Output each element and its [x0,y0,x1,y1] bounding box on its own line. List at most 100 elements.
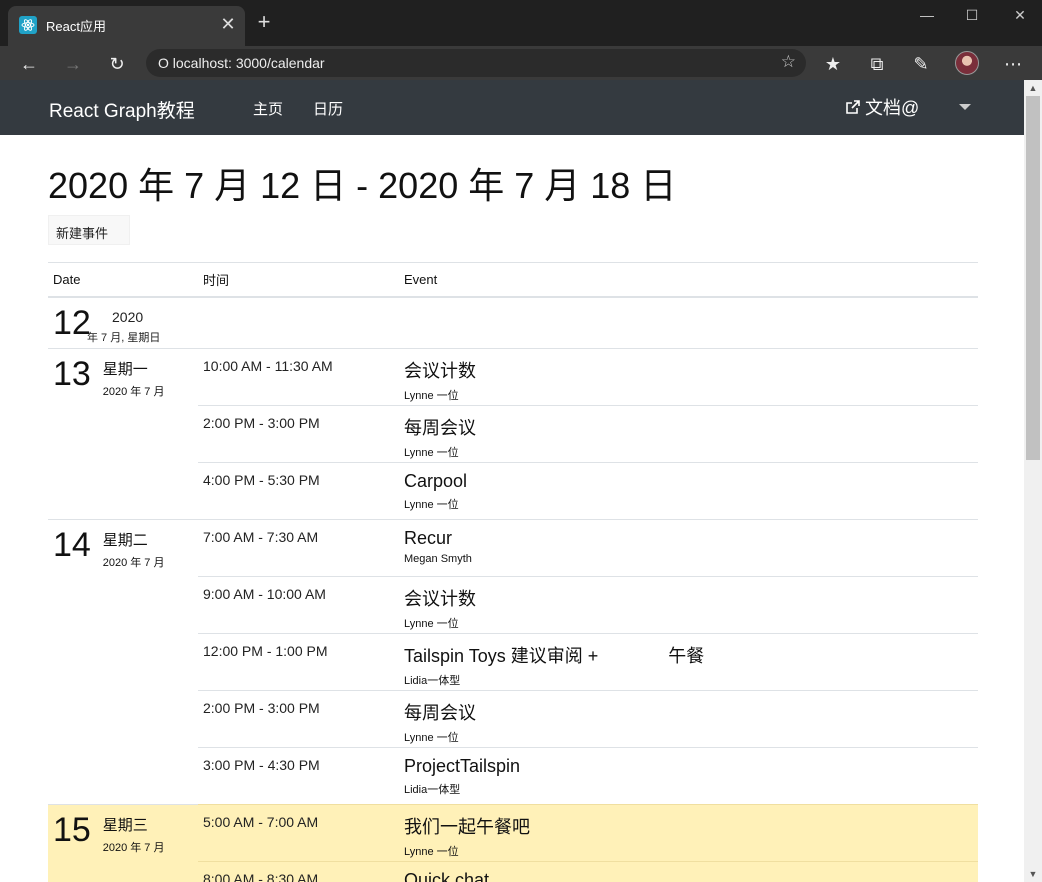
event-subject[interactable]: 会议计数 [404,585,973,611]
page-scrollbar[interactable]: ▲ ▼ [1024,80,1042,882]
day-number: 15 [53,811,91,849]
docs-label: 文档@ [865,98,920,118]
scroll-down-icon[interactable]: ▼ [1024,866,1042,882]
address-text: O localhost: 3000/calendar [158,55,325,71]
date-cell: 12 2020 年 7 月, 星期日 [48,296,198,349]
event-subject[interactable]: 每周会议 [404,414,973,440]
event-cell[interactable]: 我们一起午餐吧 Lynne 一位 [399,804,978,862]
table-row: 15 星期三 2020 年 7 月 5:00 AM - 7:00 AM 我们一起… [48,804,978,882]
event-organizer: Lynne 一位 [404,732,459,744]
event-time: 5:00 AM - 7:00 AM [198,804,399,862]
event-organizer: Lynne 一位 [404,846,459,858]
event-cell[interactable]: 每周会议 Lynne 一位 [399,690,978,748]
event-organizer: Lidia一体型 [404,784,461,796]
table-row: 14 星期二 2020 年 7 月 7:00 AM - 7:30 AM Recu… [48,519,978,805]
event-organizer: Megan Smyth [404,553,472,565]
day-name: 星期三 [102,817,148,834]
event-cell[interactable]: 每周会议 Lynne 一位 [399,405,978,463]
docs-link[interactable]: 文档@ [845,94,919,120]
main-content: 2020 年 7 月 12 日 - 2020 年 7 月 18 日 新建事件 D… [0,135,1024,882]
collections-icon[interactable]: ⧉ [865,52,889,76]
feedback-icon[interactable]: ✎ [909,52,933,76]
event-time: 4:00 PM - 5:30 PM [198,462,399,520]
tab-title: React应用 [46,19,106,34]
event-cell[interactable]: Quick chat [399,861,978,882]
event-subject[interactable]: 我们一起午餐吧 [404,813,973,839]
new-tab-icon[interactable]: + [252,10,276,34]
minimize-icon[interactable]: — [903,4,951,26]
new-event-button[interactable]: 新建事件 [48,215,130,245]
scroll-thumb[interactable] [1026,96,1040,460]
favorites-icon[interactable]: ★ [821,52,845,76]
day-month: 2020 年 7 月 [102,386,165,398]
event-subject[interactable]: Quick chat [404,870,973,882]
tab-close-icon[interactable]: ✕ [217,13,239,35]
nav-home-link[interactable]: 主页 [253,98,283,119]
table-row: 13 星期一 2020 年 7 月 10:00 AM - 11:30 AM 会议… [48,348,978,520]
event-cell[interactable]: Recur Megan Smyth [399,519,978,577]
day-name: 2020 [112,308,144,325]
user-dropdown-caret-icon[interactable] [959,104,971,110]
app-brand[interactable]: React Graph教程 [49,96,195,123]
date-column-header: Date [48,262,198,298]
event-cell[interactable]: 会议计数 Lynne 一位 [399,348,978,406]
day-name: 星期二 [102,532,148,549]
day-month: 2020 年 7 月 [102,842,165,854]
time-column-header: 时间 [198,262,399,298]
event-time: 7:00 AM - 7:30 AM [198,519,399,577]
profile-avatar[interactable] [955,51,979,75]
more-menu-icon[interactable]: ⋯ [1001,52,1025,76]
event-time: 8:00 AM - 8:30 AM [198,861,399,882]
react-logo-icon [19,16,37,34]
event-cell[interactable]: 会议计数 Lynne 一位 [399,576,978,634]
event-cell[interactable]: ProjectTailspin Lidia一体型 [399,747,978,805]
day-row-12: 12 2020 年 7 月, 星期日 [48,296,978,349]
day-number: 14 [53,526,91,564]
event-subject[interactable]: 每周会议 [404,699,973,725]
day-number: 12 [53,303,91,342]
refresh-icon[interactable]: ↻ [105,52,129,76]
event-column-header: Event [399,262,978,298]
maximize-icon[interactable]: ☐ [948,4,996,26]
event-cell[interactable]: Carpool Lynne 一位 [399,462,978,520]
event-subject[interactable]: ProjectTailspin [404,756,973,777]
event-subject[interactable]: Tailspin Toys 建议审阅 + 午餐 [404,642,973,668]
forward-icon[interactable]: → [61,52,85,76]
event-time: 9:00 AM - 10:00 AM [198,576,399,634]
calendar-table: Date 时间 Event 12 2020 年 7 月, 星期日 13 星期一 … [48,262,978,882]
browser-tab[interactable]: React应用 ✕ [8,6,245,46]
window-close-icon[interactable]: ✕ [996,4,1042,26]
back-icon[interactable]: ← [17,52,41,76]
event-time: 10:00 AM - 11:30 AM [198,348,399,406]
day-name: 星期一 [102,361,148,378]
event-organizer: Lynne 一位 [404,447,459,459]
scroll-up-icon[interactable]: ▲ [1024,80,1042,96]
event-organizer: Lynne 一位 [404,499,459,511]
event-subject[interactable]: Recur [404,528,973,549]
date-cell: 13 星期一 2020 年 7 月 [48,348,198,520]
event-organizer: Lynne 一位 [404,618,459,630]
event-organizer: Lidia一体型 [404,675,461,687]
day-number: 13 [53,355,91,393]
favorite-star-icon[interactable]: ☆ [781,52,796,72]
event-subject[interactable]: 会议计数 [404,357,973,383]
event-time: 2:00 PM - 3:00 PM [198,405,399,463]
browser-toolbar: ← → ↻ O localhost: 3000/calendar ☆ ★ ⧉ ✎… [0,46,1042,80]
table-header-row: Date 时间 Event [48,262,978,298]
date-cell: 15 星期三 2020 年 7 月 [48,804,198,882]
event-time: 12:00 PM - 1:00 PM [198,633,399,691]
app-navbar: React Graph教程 主页 日历 文档@ [0,80,1024,135]
browser-titlebar: React应用 ✕ + — ☐ ✕ [0,0,1042,46]
event-organizer: Lynne 一位 [404,390,459,402]
event-time: 2:00 PM - 3:00 PM [198,690,399,748]
page-title: 2020 年 7 月 12 日 - 2020 年 7 月 18 日 [48,165,677,206]
date-cell: 14 星期二 2020 年 7 月 [48,519,198,805]
nav-calendar-link[interactable]: 日历 [313,98,343,119]
day-month: 2020 年 7 月 [102,557,165,569]
day-month: 年 7 月, 星期日 [87,331,161,344]
address-bar[interactable]: O localhost: 3000/calendar ☆ [146,49,806,77]
event-time: 3:00 PM - 4:30 PM [198,747,399,805]
event-cell[interactable]: Tailspin Toys 建议审阅 + 午餐 Lidia一体型 [399,633,978,691]
event-subject[interactable]: Carpool [404,471,973,492]
external-link-icon [846,100,860,114]
